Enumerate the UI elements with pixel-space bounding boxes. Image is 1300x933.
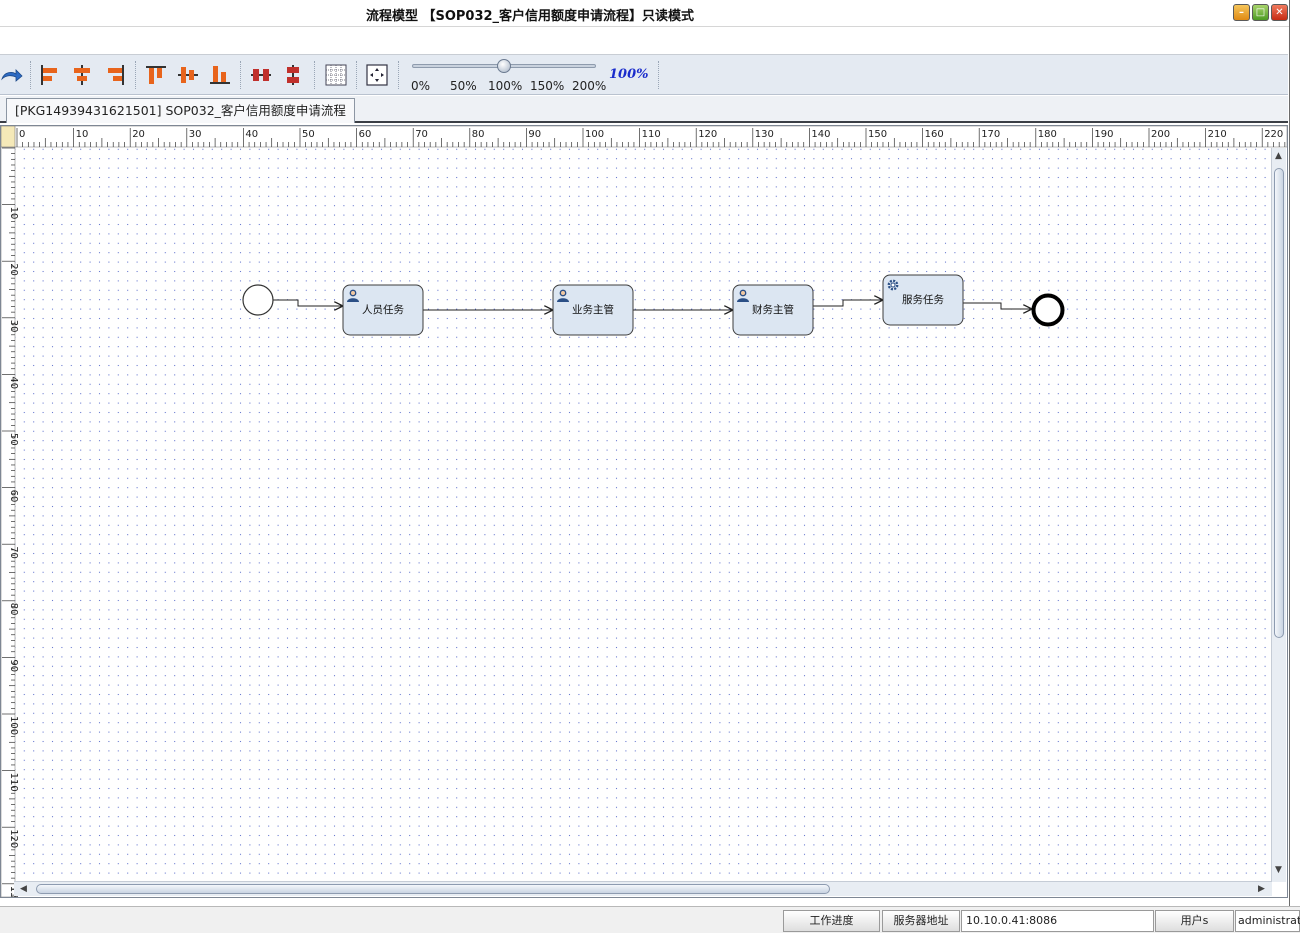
user-label: 用户s bbox=[1155, 910, 1234, 932]
ruler-label: 110 bbox=[642, 129, 661, 140]
window-edge bbox=[1289, 0, 1300, 906]
zoom-tick-50: 50% bbox=[450, 79, 477, 93]
maximize-icon[interactable]: □ bbox=[1252, 4, 1269, 21]
scroll-down-icon[interactable]: ▼ bbox=[1275, 866, 1282, 875]
zoom-tick-0: 0% bbox=[411, 79, 431, 93]
align-middle-icon[interactable] bbox=[176, 63, 200, 87]
status-bar: 工作进度 服务器地址 10.10.0.41:8086 用户s administr… bbox=[0, 906, 1300, 933]
grid-icon[interactable] bbox=[324, 63, 348, 87]
zoom-tick-100: 100% bbox=[488, 79, 523, 93]
server-address-value: 10.10.0.41:8086 bbox=[961, 910, 1154, 932]
ruler-label: 90 bbox=[528, 129, 541, 140]
ruler-label: 40 bbox=[8, 376, 19, 389]
ruler-label: 140 bbox=[811, 129, 830, 140]
title-bar: 流程模型 【SOP032_客户信用额度申请流程】只读模式 – □ ✕ bbox=[0, 0, 1290, 27]
window-controls: – □ ✕ bbox=[1233, 4, 1288, 21]
task-label: 服务任务 bbox=[902, 293, 944, 306]
ruler-label: 210 bbox=[1208, 129, 1227, 140]
task-label: 人员任务 bbox=[362, 303, 404, 316]
align-center-icon[interactable] bbox=[70, 63, 94, 87]
diagram-canvas[interactable]: 0 10 20 30 40 50 60 70 80 90 100 110 120 130 140 150 160… bbox=[0, 125, 1288, 898]
ruler-label: 130 bbox=[755, 129, 774, 140]
start-event[interactable] bbox=[242, 284, 274, 316]
server-address-label: 服务器地址 bbox=[882, 910, 960, 932]
ruler-label: 20 bbox=[8, 263, 19, 276]
ruler-label: 100 bbox=[585, 129, 604, 140]
ruler-label: 190 bbox=[1094, 129, 1113, 140]
ruler-label: 120 bbox=[698, 129, 717, 140]
zoom-tick-150: 150% bbox=[530, 79, 565, 93]
menu-area bbox=[0, 27, 1288, 55]
progress-button[interactable]: 工作进度 bbox=[783, 910, 880, 932]
ruler-label: 50 bbox=[302, 129, 315, 140]
task-label: 财务主管 bbox=[752, 303, 794, 316]
scroll-right-icon[interactable]: ▶ bbox=[1258, 885, 1265, 894]
zoom-readout: 100% bbox=[609, 67, 649, 82]
user-task-node[interactable]: 业务主管 bbox=[552, 284, 634, 336]
ruler-label: 60 bbox=[8, 490, 19, 503]
ruler-label: 80 bbox=[472, 129, 485, 140]
fit-to-window-icon[interactable] bbox=[365, 63, 389, 87]
diagram-svg: 0 10 20 30 40 50 60 70 80 90 100 110 120 130 140 150 160… bbox=[1, 126, 1287, 897]
scroll-left-icon[interactable]: ◀ bbox=[20, 885, 27, 894]
ruler-label: 200 bbox=[1151, 129, 1170, 140]
vertical-scrollbar[interactable]: ▲ ▼ bbox=[1271, 148, 1286, 882]
ruler-label: 70 bbox=[415, 129, 428, 140]
window-title: 流程模型 【SOP032_客户信用额度申请流程】只读模式 bbox=[365, 9, 695, 24]
end-event[interactable] bbox=[1031, 293, 1065, 327]
ruler-label: 90 bbox=[8, 659, 19, 672]
zoom-slider-knob[interactable] bbox=[497, 59, 511, 73]
ruler-label: 30 bbox=[8, 320, 19, 333]
ruler-label: 70 bbox=[8, 546, 19, 559]
user-task-node[interactable]: 财务主管 bbox=[732, 284, 814, 336]
ruler-label: 20 bbox=[132, 129, 145, 140]
ruler-label: 40 bbox=[245, 129, 258, 140]
horizontal-scrollbar[interactable]: ◀ ▶ bbox=[14, 881, 1272, 896]
align-right-icon[interactable] bbox=[103, 63, 127, 87]
ruler-label: 170 bbox=[981, 129, 1000, 140]
distribute-vertical-icon[interactable] bbox=[281, 63, 305, 87]
service-task-node[interactable]: 服务任务 bbox=[882, 274, 964, 326]
user-value: administrator bbox=[1235, 910, 1300, 932]
close-icon[interactable]: ✕ bbox=[1271, 4, 1288, 21]
grid-background bbox=[15, 148, 1271, 882]
vertical-scroll-thumb[interactable] bbox=[1274, 168, 1284, 638]
ruler-label: 180 bbox=[1038, 129, 1057, 140]
minimize-icon[interactable]: – bbox=[1233, 4, 1250, 21]
distribute-horizontal-icon[interactable] bbox=[249, 63, 273, 87]
ruler-label: 30 bbox=[189, 129, 202, 140]
ruler-label: 10 bbox=[8, 207, 19, 220]
horizontal-scroll-thumb[interactable] bbox=[36, 884, 830, 894]
scroll-up-icon[interactable]: ▲ bbox=[1275, 152, 1282, 161]
ruler-label: 60 bbox=[359, 129, 372, 140]
ruler-label: 160 bbox=[925, 129, 944, 140]
align-bottom-icon[interactable] bbox=[208, 63, 232, 87]
ruler-label: 0 bbox=[19, 129, 25, 140]
align-left-icon[interactable] bbox=[38, 63, 62, 87]
zoom-tick-200: 200% bbox=[572, 79, 607, 93]
ruler-label: 50 bbox=[8, 433, 19, 446]
ruler-corner bbox=[1, 126, 16, 148]
user-task-node[interactable]: 人员任务 bbox=[342, 284, 424, 336]
ruler-label: 80 bbox=[8, 603, 19, 616]
align-top-icon[interactable] bbox=[144, 63, 168, 87]
ruler-label: 10 bbox=[76, 129, 89, 140]
tab-process-model[interactable]: [PKG14939431621501] SOP032_客户信用额度申请流程 bbox=[6, 98, 355, 123]
redo-icon[interactable] bbox=[0, 63, 24, 87]
ruler-label: 220 bbox=[1264, 129, 1283, 140]
ruler-label: 150 bbox=[868, 129, 887, 140]
task-label: 业务主管 bbox=[572, 303, 614, 316]
tab-strip: [PKG14939431621501] SOP032_客户信用额度申请流程 bbox=[0, 96, 1288, 123]
